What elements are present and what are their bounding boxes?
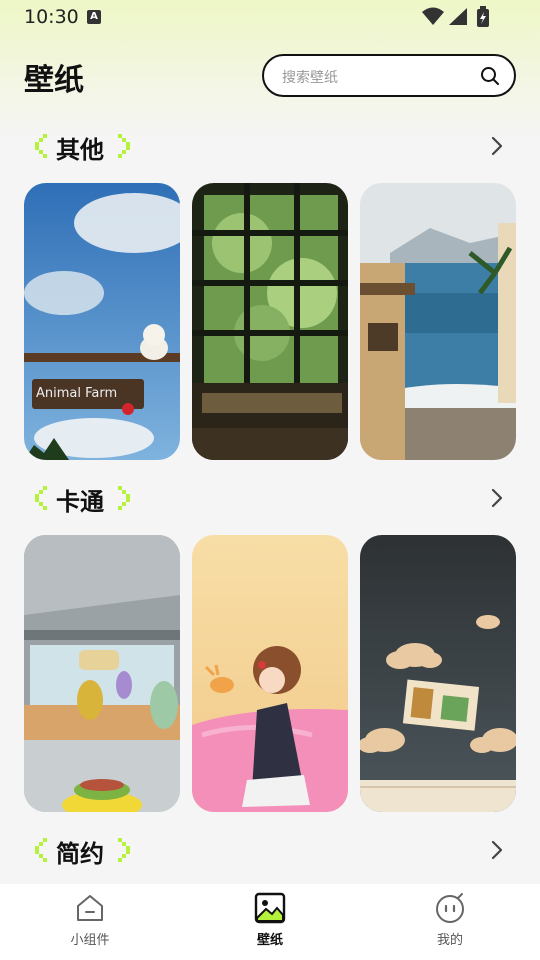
search-input[interactable]: 搜索壁纸 [262,54,516,97]
status-time: 10:30 [24,6,79,28]
section-header-simple: 简约 [0,830,540,870]
wallpaper-image [360,183,516,460]
wifi-icon [422,7,444,25]
profile-icon [436,893,464,923]
bracket-right-icon [118,134,130,158]
wallpaper-card[interactable] [192,183,348,460]
search-icon[interactable] [480,66,500,86]
bracket-right-icon [118,486,130,510]
nav-item-widgets[interactable]: 小组件 [30,884,150,960]
status-icons [422,6,489,27]
section-header-other: 其他 [0,126,540,166]
chevron-right-icon[interactable] [490,135,504,157]
notification-a-icon: A [87,10,101,24]
section-title: 简约 [56,840,104,868]
wallpaper-card[interactable] [360,183,516,460]
bottom-nav: 小组件 壁纸 我的 [0,884,540,960]
chevron-right-icon[interactable] [490,487,504,509]
section-title: 卡通 [56,488,104,516]
section-header-cartoon: 卡通 [0,478,540,518]
widget-icon [77,895,103,921]
wallpaper-icon [254,892,286,924]
page-title: 壁纸 [24,63,84,98]
wallpaper-image [24,535,180,812]
bracket-left-icon [35,838,47,862]
wallpaper-card[interactable] [24,535,180,812]
nav-item-wallpaper[interactable]: 壁纸 [210,884,330,960]
bracket-left-icon [35,486,47,510]
wallpaper-image [360,535,516,812]
bracket-left-icon [35,134,47,158]
wallpaper-image [192,183,348,460]
wallpaper-image: Animal Farm [24,183,180,460]
signal-icon [449,8,467,25]
wallpaper-card[interactable]: Animal Farm [24,183,180,460]
wallpaper-image [192,535,348,812]
chevron-right-icon[interactable] [490,839,504,861]
wallpaper-card[interactable] [360,535,516,812]
search-placeholder: 搜索壁纸 [282,70,338,86]
status-bar: 10:30 A [0,0,540,34]
svg-text:Animal Farm: Animal Farm [36,386,117,401]
nav-label: 壁纸 [256,933,283,948]
bracket-right-icon [118,838,130,862]
wallpaper-card[interactable] [192,535,348,812]
nav-label: 小组件 [70,933,110,948]
section-title: 其他 [56,136,104,164]
battery-icon [477,6,489,27]
nav-item-profile[interactable]: 我的 [390,884,510,960]
nav-label: 我的 [436,933,463,948]
